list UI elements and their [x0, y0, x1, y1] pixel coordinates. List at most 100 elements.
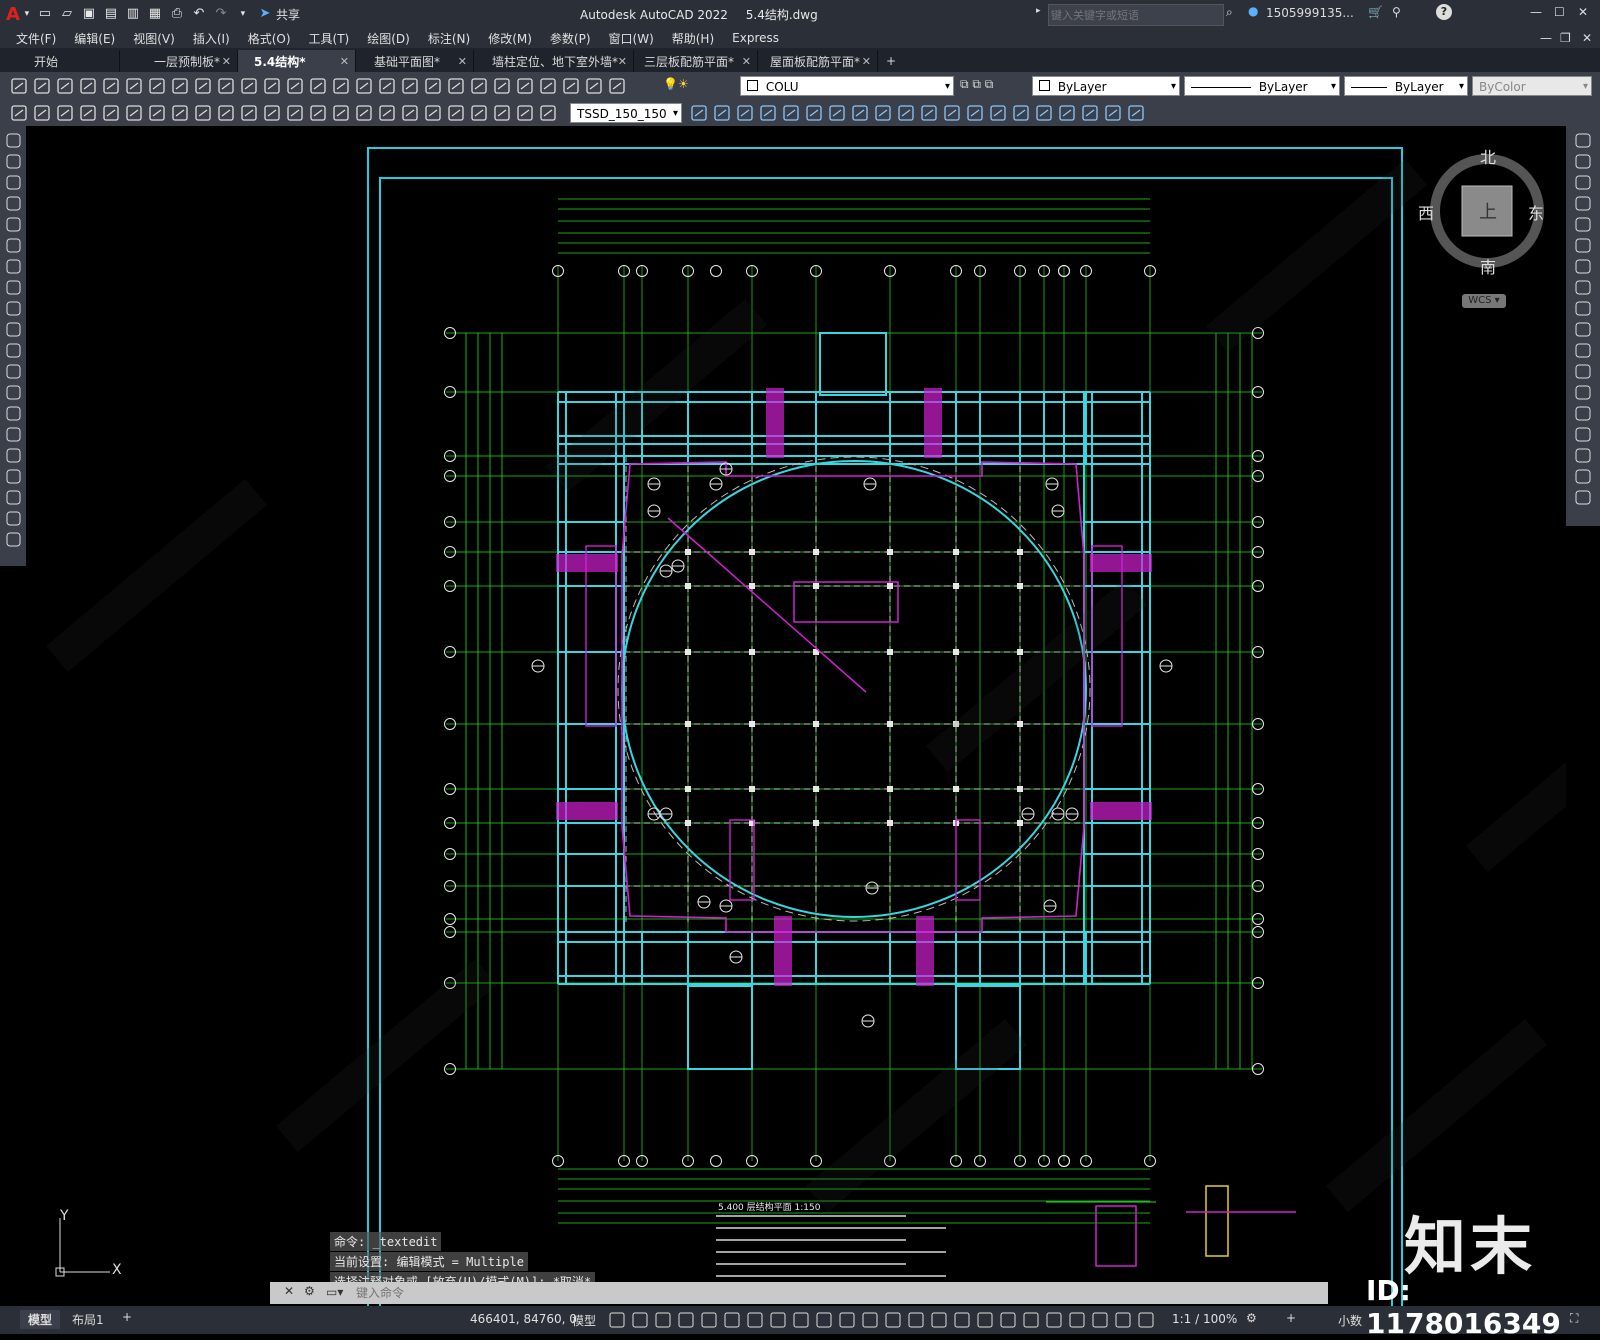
qa-save-icon[interactable]: ▣ — [80, 5, 98, 23]
drawing-canvas[interactable]: 5.400 层结构平面 1:150 — [26, 126, 1566, 1306]
window-close-button[interactable]: ✕ — [1578, 5, 1588, 19]
tab-close-icon[interactable]: ✕ — [340, 55, 349, 68]
tab-close-icon[interactable]: ✕ — [458, 55, 467, 68]
tab-first-floor-precast[interactable]: 一层预制板* ✕ — [120, 50, 238, 72]
menu-window[interactable]: 窗口(W) — [609, 30, 654, 47]
tab-close-icon[interactable]: ✕ — [618, 55, 627, 68]
dimstyle-dropdown[interactable]: TSSD_150_150 ▾ — [570, 103, 682, 123]
window-minimize-button[interactable]: — — [1530, 5, 1542, 19]
command-customize-icon[interactable]: ⚙ — [304, 1284, 315, 1298]
tab-close-icon[interactable]: ✕ — [742, 55, 751, 68]
doc-minimize-button[interactable]: — — [1540, 31, 1552, 45]
search-expand-icon[interactable]: ▸ — [1036, 6, 1041, 16]
doc-restore-button[interactable]: ❐ — [1560, 31, 1571, 45]
wcs-menu[interactable]: WCS ▾ — [1462, 294, 1506, 308]
modify-tools-icons[interactable] — [1566, 126, 1600, 526]
qa-undo-icon[interactable]: ↶ — [190, 5, 208, 23]
qa-plot-icon[interactable]: ⎙ — [168, 5, 186, 23]
command-close-icon[interactable]: ✕ — [284, 1284, 294, 1298]
menu-dimension[interactable]: 标注(N) — [428, 30, 470, 47]
menu-format[interactable]: 格式(O) — [248, 30, 291, 47]
tab-start[interactable]: 开始 — [0, 50, 120, 72]
autodesk-app-icon[interactable]: ⚲ — [1392, 5, 1401, 19]
menu-view[interactable]: 视图(V) — [133, 30, 175, 47]
tssd-toolbar-icons[interactable] — [688, 100, 1188, 126]
modify-tool-icon — [1575, 280, 1591, 295]
qa-new-icon[interactable]: ▭ — [36, 5, 54, 23]
menu-modify[interactable]: 修改(M) — [488, 30, 532, 47]
standard-toolbar-icons[interactable] — [8, 72, 658, 100]
gear-icon[interactable]: ⚙ — [1246, 1311, 1257, 1325]
window-maximize-button[interactable]: ☐ — [1554, 5, 1565, 19]
status-toggle-icons[interactable] — [604, 1306, 1164, 1334]
cart-icon[interactable]: 🛒 — [1368, 5, 1383, 19]
command-input[interactable] — [354, 1284, 1318, 1302]
tab-wall-column-layout[interactable]: 墙柱定位、地下室外墙* ✕ — [474, 50, 634, 72]
tab-close-icon[interactable]: ✕ — [222, 55, 231, 68]
qa-redo-icon[interactable]: ↷ — [212, 5, 230, 23]
layer-tools-icons[interactable]: ⧉ ⧉ ⧉ — [960, 77, 993, 92]
help-search-input[interactable] — [1048, 4, 1224, 26]
plus-icon[interactable]: + — [1286, 1311, 1296, 1325]
qa-open-icon[interactable]: ▱ — [58, 5, 76, 23]
watermark-stripe — [926, 578, 1148, 773]
file-tabs: 开始 一层预制板* ✕ 5.4结构* ✕ 基础平面图* ✕ 墙柱定位、地下室外墙* ✕ … — [0, 48, 1600, 72]
qa-web-open-icon[interactable]: ▥ — [124, 5, 142, 23]
share-icon[interactable]: ➤ — [256, 5, 274, 23]
units-display[interactable]: 小数 — [1338, 1312, 1362, 1329]
toolbar-row-2: TSSD_150_150 ▾ — [0, 100, 1600, 126]
linetype-dropdown[interactable]: ByLayer ▾ — [1184, 76, 1340, 96]
tab-close-icon[interactable]: ✕ — [862, 55, 871, 68]
menu-edit[interactable]: 编辑(E) — [74, 30, 115, 47]
model-space-toggle[interactable]: 模型 — [572, 1312, 596, 1329]
user-name[interactable]: 1505999135... — [1266, 6, 1354, 20]
shear-wall — [1090, 802, 1152, 820]
app-menu-chevron-icon[interactable]: ▾ — [22, 5, 32, 23]
lineweight-dropdown[interactable]: ByLayer ▾ — [1344, 76, 1468, 96]
qa-saveas-icon[interactable]: ▤ — [102, 5, 120, 23]
plotstyle-dropdown[interactable]: ByColor ▾ — [1472, 76, 1592, 96]
doc-close-button[interactable]: ✕ — [1582, 31, 1592, 45]
viewcube-north[interactable]: 北 — [1480, 144, 1496, 168]
viewcube[interactable]: 北 南 西 东 上 — [1418, 148, 1550, 277]
qa-customize-icon[interactable]: ▾ — [234, 5, 252, 23]
layer-dropdown[interactable]: COLU ▾ — [740, 76, 954, 96]
toolbar-tool-glyph — [451, 82, 461, 90]
menu-tools[interactable]: 工具(T) — [309, 30, 350, 47]
layout-add-button[interactable]: + — [122, 1310, 132, 1324]
autocad-logo-icon[interactable]: A — [6, 4, 20, 25]
search-icon[interactable]: ⌕ — [1226, 5, 1233, 20]
layout-tab-layout1[interactable]: 布局1 — [72, 1311, 104, 1328]
viewcube-south[interactable]: 南 — [1480, 254, 1496, 278]
annotation-scale[interactable]: 1:1 / 100% — [1172, 1312, 1237, 1326]
viewcube-top-face[interactable]: 上 — [1479, 198, 1497, 224]
column-marker — [813, 786, 819, 792]
menu-draw[interactable]: 绘图(D) — [367, 30, 410, 47]
menu-file[interactable]: 文件(F) — [16, 30, 56, 47]
menu-help[interactable]: 帮助(H) — [672, 30, 714, 47]
viewcube-east[interactable]: 东 — [1528, 200, 1544, 224]
tab-add-button[interactable]: + — [878, 50, 908, 72]
share-label[interactable]: 共享 — [276, 6, 300, 23]
coordinates-readout[interactable]: 466401, 84760, 0 — [470, 1312, 577, 1326]
shear-wall — [766, 388, 784, 458]
tab-5-4-structure[interactable]: 5.4结构* ✕ — [238, 50, 356, 72]
column-marker — [685, 583, 691, 589]
help-icon[interactable]: ? — [1436, 4, 1452, 20]
dimension-toolbar-icons[interactable] — [8, 100, 568, 126]
tab-third-floor-slab[interactable]: 三层板配筋平面* ✕ — [634, 50, 758, 72]
column-marker — [685, 786, 691, 792]
user-icon[interactable]: ● — [1248, 4, 1258, 18]
color-dropdown[interactable]: ByLayer ▾ — [1032, 76, 1180, 96]
command-prompt-icon[interactable]: ▭▾ — [326, 1285, 343, 1299]
draw-tools-icons[interactable] — [0, 126, 26, 566]
viewcube-west[interactable]: 西 — [1418, 200, 1434, 224]
menu-insert[interactable]: 插入(I) — [193, 30, 230, 47]
menu-parametric[interactable]: 参数(P) — [550, 30, 591, 47]
tab-roof-slab[interactable]: 屋面板配筋平面* ✕ — [758, 50, 878, 72]
layer-state-icons[interactable]: 💡☀ — [663, 77, 689, 91]
menu-express[interactable]: Express — [732, 31, 779, 45]
qa-web-save-icon[interactable]: ▦ — [146, 5, 164, 23]
tab-foundation-plan[interactable]: 基础平面图* ✕ — [356, 50, 474, 72]
layout-tab-model[interactable]: 模型 — [20, 1310, 61, 1329]
